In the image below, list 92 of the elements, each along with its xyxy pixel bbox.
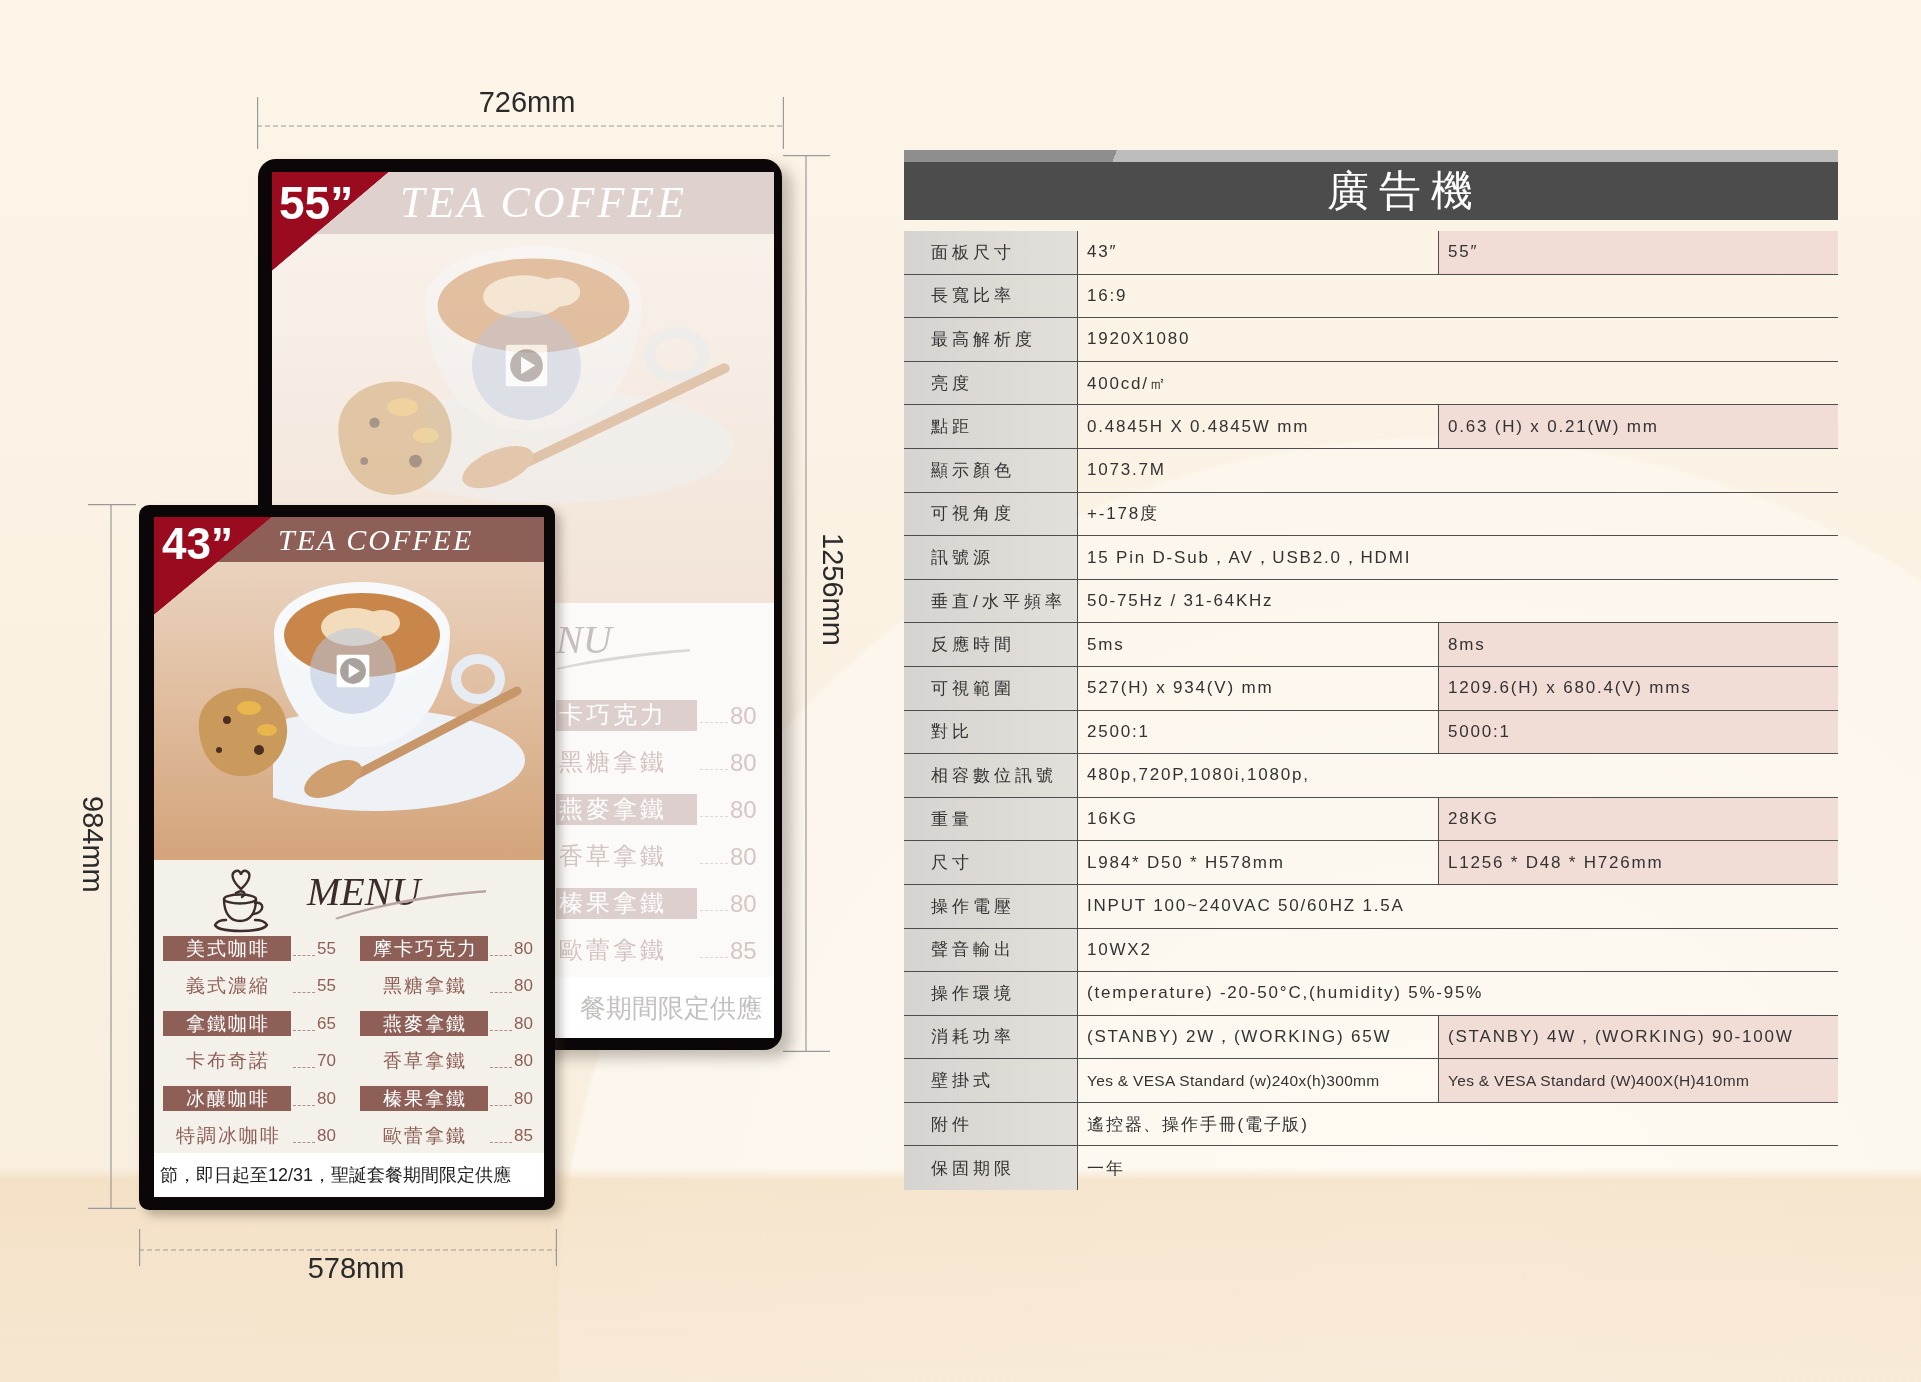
play-button-icon [310,628,396,714]
spec-value: 5ms [1087,634,1125,655]
spec-label-cell: 垂直/水平頻率 [904,579,1077,623]
spec-value: 10WX2 [1087,939,1152,960]
spec-value: (temperature) -20-50°C,(humidity) 5%-95% [1087,983,1484,1004]
spec-label-cell: 重量 [904,797,1077,841]
ticker-text: 餐期間限定供應 [580,994,762,1021]
spec-value: 2500:1 [1087,721,1150,742]
spec-label-cell: 可視角度 [904,492,1077,536]
spec-label-cell: 顯示顏色 [904,448,1077,492]
dimension-label: 984mm [78,796,107,893]
dimension-label: 1256mm [818,533,847,646]
spec-value: 遙控器、操作手冊(電子版) [1087,1113,1309,1136]
spec-label-cell: 聲音輸出 [904,928,1077,972]
spec-value: 16KG [1087,809,1138,829]
menu-item-price: 80 [317,1089,336,1107]
spec-value: 一年 [1087,1157,1125,1180]
menu-item-name: 黑糖拿鐵 [382,973,468,999]
spec-value: Yes & VESA Standard (w)240x(h)300mm [1087,1071,1380,1090]
spec-value: 1073.7M [1087,460,1166,481]
spec-value-cell: Yes & VESA Standard (W)400X(H)410mm [1438,1059,1838,1102]
spec-value: 527(H) x 934(V) mm [1087,678,1274,699]
menu-item-name: 榛果拿鐵 [360,1085,488,1111]
spec-label-cell: 相容數位訊號 [904,754,1077,797]
menu-item-price: 80 [514,940,533,957]
spec-label-cell: 操作電壓 [904,884,1077,928]
menu-item-name: 美式咖啡 [163,936,291,961]
spec-label-cell: 長寬比率 [904,274,1077,318]
spec-value: +-178度 [1087,503,1159,526]
spec-label-cell: 保固期限 [904,1146,1077,1191]
play-button-icon [472,311,581,420]
size-badge: 43” [154,517,272,615]
spec-label-cell: 面板尺寸 [904,231,1077,274]
spec-value: 43″ [1087,242,1118,263]
menu-heading: MENU [307,872,421,912]
menu-item-price: 65 [317,1014,336,1032]
spec-value: 16:9 [1087,285,1128,306]
spec-value-cell: (STANBY) 4W，(WORKING) 90-100W [1438,1015,1838,1059]
screen-title: TEA COFFEE [278,524,474,555]
spec-value: 480p,720P,1080i,1080p, [1087,765,1310,786]
spec-value: INPUT 100~240VAC 50/60HZ 1.5A [1087,896,1405,917]
spec-label-cell: 操作環境 [904,972,1077,1015]
spec-value: L984* D50 * H578mm [1087,852,1285,873]
spec-value: (STANBY) 2W，(WORKING) 65W [1087,1026,1392,1049]
menu-item-price: 85 [514,1126,533,1144]
coffee-cup-icon [212,867,270,935]
spec-value-cell: 1209.6(H) x 680.4(V) mms [1438,666,1838,710]
ticker-text: 節，即日起至12/31，聖誕套餐期間限定供應 [160,1166,512,1184]
spec-label-cell: 最高解析度 [904,318,1077,361]
menu-item-name: 歐蕾拿鐵 [382,1122,468,1148]
menu-item-name: 義式濃縮 [185,973,271,999]
spec-label-cell: 附件 [904,1102,1077,1146]
menu-heading: NU [556,617,612,662]
spec-label-cell: 尺寸 [904,841,1077,884]
spec-value-cell: 5000:1 [1438,710,1838,754]
spec-value-cell: 55″ [1438,231,1838,274]
menu-item-name: 拿鐵咖啡 [163,1010,291,1036]
spec-label-cell: 消耗功率 [904,1015,1077,1059]
menu-item-name: 摩卡巧克力 [360,936,488,961]
table-title: 廣告機 [1326,170,1483,212]
menu-item-name: 香草拿鐵 [382,1048,468,1074]
dimension-label: 726mm [478,88,576,117]
menu-item-price: 80 [317,1126,336,1144]
menu-item-name: 燕麥拿鐵 [360,1010,488,1036]
menu-item-price: 80 [514,977,533,995]
spec-value: 400cd/㎡ [1087,372,1168,395]
spec-label-cell: 壁掛式 [904,1059,1077,1102]
dimension-label: 578mm [307,1254,405,1283]
spec-label-cell: 亮度 [904,361,1077,405]
size-badge: 55” [272,172,389,271]
spec-value: 1920X1080 [1087,329,1191,350]
menu-item-price: 70 [317,1052,336,1070]
menu-item-price: 80 [514,1089,533,1107]
spec-value: 0.4845H X 0.4845W mm [1087,416,1310,437]
spec-value-cell: L1256 * D48 * H726mm [1438,841,1838,884]
spec-label-cell: 反應時間 [904,623,1077,666]
spec-label-cell: 對比 [904,710,1077,754]
spec-value: 50-75Hz / 31-64KHz [1087,591,1274,612]
menu-item-name: 卡布奇諾 [185,1048,271,1074]
menu-item-price: 55 [317,940,336,957]
spec-label-cell: 訊號源 [904,536,1077,579]
spec-label-cell: 點距 [904,405,1077,448]
spec-label-cell: 可視範圍 [904,666,1077,710]
spec-value-cell: 8ms [1438,623,1838,666]
menu-item-price: 80 [514,1014,533,1032]
menu-item-price: 80 [514,1052,533,1070]
spec-value-cell: 0.63 (H) x 0.21(W) mm [1438,405,1838,448]
menu-item-name: 特調冰咖啡 [174,1122,282,1148]
menu-item-name: 冰釀咖啡 [163,1085,291,1111]
spec-value-cell: 28KG [1438,797,1838,841]
menu-item-price: 55 [317,977,336,995]
spec-value: 15 Pin D-Sub，AV，USB2.0，HDMI [1087,546,1412,569]
